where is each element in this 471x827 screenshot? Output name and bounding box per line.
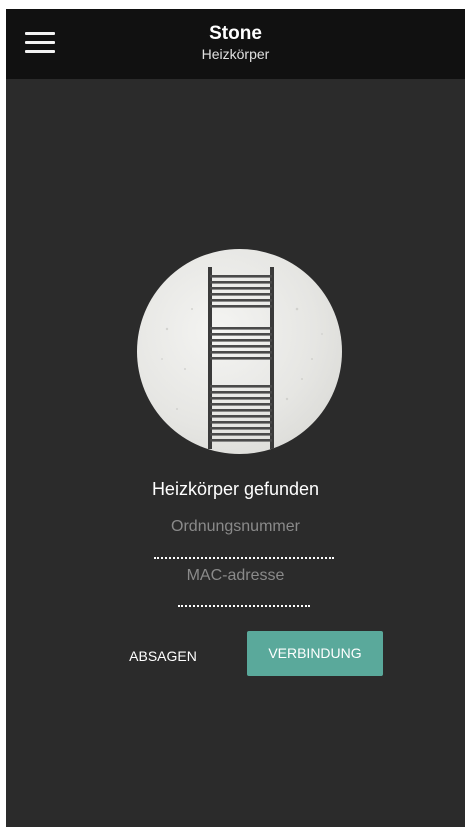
hamburger-menu-icon[interactable] [22,27,58,59]
cancel-button[interactable]: ABSAGEN [121,641,205,671]
app-subtitle: Heizkörper [201,46,270,62]
menu-line-bottom [25,50,55,53]
app-bar-titles: Stone Heizkörper [86,23,385,63]
serial-number-placeholder: Ordnungsnummer [171,518,300,535]
radiator-image [137,249,342,454]
radiator-illustration [161,267,323,449]
mac-address-field[interactable]: MAC-adresse [6,567,465,585]
connect-button[interactable]: VERBINDUNG [247,631,383,676]
app-title: Stone [209,23,262,44]
radiator-found-text: Heizkörper gefunden [151,479,320,499]
serial-number-field[interactable]: Ordnungsnummer [6,518,465,536]
app-screen: Stone Heizkörper Heizkörper gefunden Ord… [6,9,465,827]
menu-line-middle [25,41,55,44]
mac-address-placeholder: MAC-adresse [186,567,285,584]
app-bar: Stone Heizkörper [6,9,465,79]
mac-address-underline [178,605,310,607]
menu-line-top [25,32,55,35]
serial-number-underline [154,557,334,559]
